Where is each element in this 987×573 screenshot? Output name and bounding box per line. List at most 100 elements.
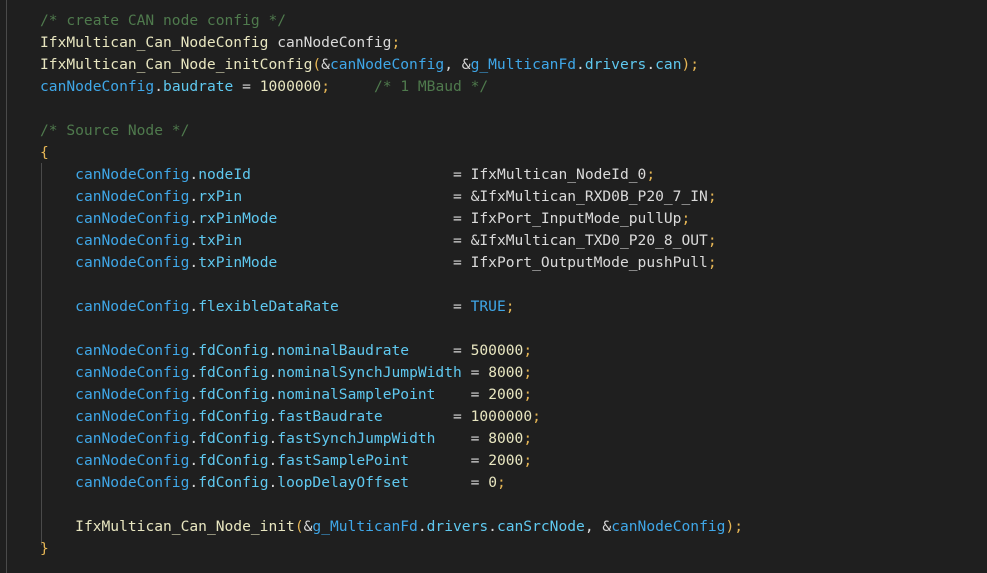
code-token: canNodeConfig — [75, 254, 190, 271]
code-token: & — [461, 56, 471, 73]
code-token: 500000 — [470, 342, 524, 359]
code-token: . — [189, 364, 199, 381]
code-token: 1000000 — [259, 78, 322, 95]
code-token: & — [321, 56, 330, 73]
code-token: . — [268, 386, 278, 403]
code-token: ; — [734, 518, 744, 535]
code-token: . — [189, 210, 199, 227]
code-token: canNodeConfig — [75, 386, 190, 403]
code-token: . — [488, 518, 497, 535]
code-token: = — [242, 78, 251, 95]
code-line: canNodeConfig.txPin = &IfxMultican_TXD0_… — [0, 230, 987, 252]
code-token: ; — [646, 166, 656, 183]
code-line: canNodeConfig.baudrate = 1000000; /* 1 M… — [0, 76, 987, 98]
code-token: , — [444, 56, 462, 73]
code-token: fastSamplePoint — [277, 452, 410, 469]
code-token: canNodeConfig — [277, 34, 392, 51]
code-token: 0 — [488, 474, 497, 491]
code-token: ; — [690, 56, 700, 73]
code-token: ; — [523, 386, 533, 403]
code-token: IfxMultican_Can_Node_init — [75, 518, 295, 535]
code-token: nodeId — [198, 166, 251, 183]
code-token: . — [189, 254, 199, 271]
code-token: baudrate — [163, 78, 234, 95]
code-token: fastBaudrate — [277, 408, 383, 425]
code-content[interactable]: /* create CAN node config */ IfxMultican_… — [0, 10, 987, 560]
code-line: canNodeConfig.fdConfig.nominalBaudrate =… — [0, 340, 987, 362]
code-line: IfxMultican_Can_NodeConfig canNodeConfig… — [0, 32, 987, 54]
code-token: ; — [523, 342, 533, 359]
code-token: . — [189, 386, 199, 403]
code-line: canNodeConfig.fdConfig.nominalSamplePoin… — [0, 384, 987, 406]
code-token: ) — [725, 518, 735, 535]
code-token: ; — [523, 430, 533, 447]
code-token: . — [189, 430, 199, 447]
code-token: fdConfig — [198, 430, 269, 447]
code-token: ( — [312, 56, 322, 73]
code-token: . — [189, 474, 199, 491]
code-token: ; — [523, 452, 533, 469]
code-line: IfxMultican_Can_Node_initConfig(&canNode… — [0, 54, 987, 76]
code-token: canNodeConfig — [75, 232, 190, 249]
code-token: fdConfig — [198, 452, 269, 469]
code-token: ; — [523, 364, 533, 381]
code-token: = — [453, 254, 462, 271]
code-token: . — [189, 166, 199, 183]
code-token: . — [189, 232, 199, 249]
code-token: txPin — [198, 232, 243, 249]
code-token: loopDelayOffset — [277, 474, 410, 491]
code-token: ) — [681, 56, 691, 73]
code-token: canNodeConfig — [75, 166, 190, 183]
code-token: ; — [321, 78, 331, 95]
code-token: ; — [391, 34, 401, 51]
code-token: fdConfig — [198, 386, 269, 403]
code-token: canNodeConfig — [611, 518, 726, 535]
code-token: txPinMode — [198, 254, 278, 271]
code-line: IfxMultican_Can_Node_init(& g_MulticanFd.… — [0, 516, 987, 538]
code-token: rxPin — [198, 188, 243, 205]
code-token: canNodeConfig — [75, 408, 190, 425]
code-line: canNodeConfig.flexibleDataRate = TRUE; — [0, 296, 987, 318]
code-token: nominalSynchJumpWidth — [277, 364, 462, 381]
code-token: fastSynchJumpWidth — [277, 430, 436, 447]
code-editor-viewport[interactable]: /* create CAN node config */ IfxMultican_… — [0, 0, 987, 573]
code-token: canNodeConfig — [75, 430, 190, 447]
code-token: = — [453, 298, 462, 315]
code-token: rxPinMode — [198, 210, 278, 227]
code-token: . — [268, 474, 278, 491]
code-token: canNodeConfig — [75, 364, 190, 381]
code-line: { — [0, 142, 987, 164]
code-token: canSrcNode — [496, 518, 585, 535]
code-token: can — [655, 56, 682, 73]
code-token: fdConfig — [198, 342, 269, 359]
code-token: 2000 — [488, 452, 524, 469]
code-token: = — [453, 232, 462, 249]
code-token: , — [584, 518, 603, 535]
code-token: . — [189, 342, 199, 359]
code-token: ; — [496, 474, 506, 491]
code-token: TRUE — [470, 298, 506, 315]
code-token: = — [453, 408, 462, 425]
code-token: /* Source Node */ — [40, 122, 190, 139]
